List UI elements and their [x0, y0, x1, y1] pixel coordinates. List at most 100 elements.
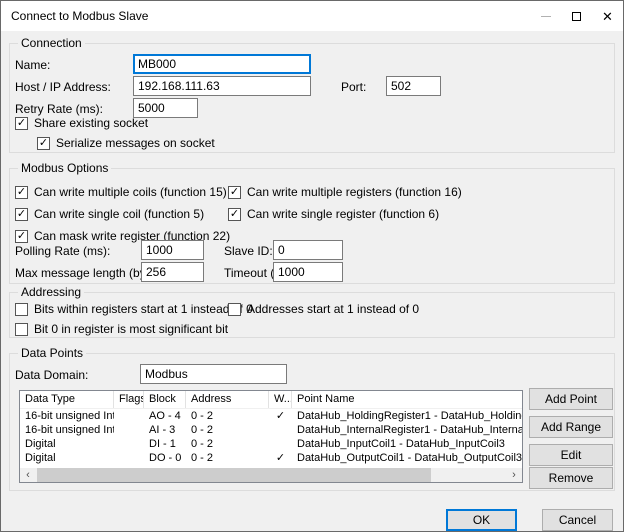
serialize-messages-checkbox[interactable]: ✓ Serialize messages on socket — [37, 136, 215, 150]
cell-data-type: Digital — [20, 451, 114, 465]
cell-flags — [114, 409, 144, 423]
addresses-start-at-1-checkbox[interactable]: Addresses start at 1 instead of 0 — [228, 302, 419, 316]
header-block[interactable]: Block — [144, 391, 186, 408]
data-domain-label: Data Domain: — [15, 368, 88, 382]
cell-block: DI - 1 — [144, 437, 186, 451]
cell-address: 0 - 2 — [186, 451, 269, 465]
slave-id-label: Slave ID: — [224, 244, 273, 258]
data-points-list[interactable]: Data Type Flags Block Address W... Point… — [19, 390, 523, 483]
data-domain-input[interactable] — [140, 364, 287, 384]
cell-point-name: DataHub_HoldingRegister1 - DataHub_Holdi… — [292, 409, 522, 423]
can-write-single-register-checkbox[interactable]: ✓ Can write single register (function 6) — [228, 207, 439, 221]
window-title: Connect to Modbus Slave — [1, 9, 148, 23]
minimize-icon — [541, 16, 551, 17]
port-input[interactable] — [386, 76, 441, 96]
dialog-connect-to-modbus-slave: Connect to Modbus Slave ✕ Connection Nam… — [0, 0, 624, 532]
data-points-group-label: Data Points — [18, 346, 86, 360]
cancel-button[interactable]: Cancel — [542, 509, 613, 531]
checkbox-box: ✓ — [15, 230, 28, 243]
checkbox-label: Serialize messages on socket — [56, 136, 215, 150]
horizontal-scrollbar[interactable]: ‹ › — [20, 468, 522, 482]
addressing-group-label: Addressing — [18, 285, 84, 299]
cell-flags — [114, 423, 144, 437]
cell-data-type: Digital — [20, 437, 114, 451]
modbus-options-group-label: Modbus Options — [18, 161, 111, 175]
table-row[interactable]: Digital DI - 1 0 - 2 DataHub_InputCoil1 … — [20, 437, 522, 451]
checkbox-label: Share existing socket — [34, 116, 148, 130]
cell-flags — [114, 451, 144, 465]
table-row[interactable]: Digital DO - 0 0 - 2 ✓ DataHub_OutputCoi… — [20, 451, 522, 465]
maximize-button[interactable] — [561, 1, 592, 31]
cell-address: 0 - 2 — [186, 437, 269, 451]
checkbox-box — [15, 303, 28, 316]
ok-button[interactable]: OK — [446, 509, 517, 531]
bit0-most-significant-checkbox[interactable]: Bit 0 in register is most significant bi… — [15, 322, 228, 336]
retry-rate-label: Retry Rate (ms): — [15, 102, 103, 116]
slave-id-input[interactable] — [273, 240, 343, 260]
header-point-name[interactable]: Point Name — [292, 391, 522, 408]
scroll-right-icon[interactable]: › — [506, 468, 522, 482]
cell-block: DO - 0 — [144, 451, 186, 465]
cell-data-type: 16-bit unsigned Integer — [20, 409, 114, 423]
minimize-button — [530, 1, 561, 31]
max-message-length-input[interactable] — [141, 262, 204, 282]
add-range-button[interactable]: Add Range — [529, 416, 613, 438]
share-existing-socket-checkbox[interactable]: ✓ Share existing socket — [15, 116, 148, 130]
header-address[interactable]: Address — [186, 391, 269, 408]
edit-button[interactable]: Edit — [529, 444, 613, 466]
cell-point-name: DataHub_InternalRegister1 - DataHub_Inte… — [292, 423, 522, 437]
checkbox-label: Can write multiple coils (function 15) — [34, 185, 227, 199]
checkbox-box: ✓ — [15, 208, 28, 221]
checkbox-label: Can write single register (function 6) — [247, 207, 439, 221]
scrollbar-thumb[interactable] — [37, 468, 431, 482]
table-row[interactable]: 16-bit unsigned Integer AI - 3 0 - 2 Dat… — [20, 423, 522, 437]
cell-writable-check: ✓ — [269, 409, 292, 423]
add-point-button[interactable]: Add Point — [529, 388, 613, 410]
cell-flags — [114, 437, 144, 451]
cell-point-name: DataHub_OutputCoil1 - DataHub_OutputCoil… — [292, 451, 522, 465]
checkbox-label: Addresses start at 1 instead of 0 — [247, 302, 419, 316]
header-data-type[interactable]: Data Type — [20, 391, 114, 408]
retry-rate-input[interactable] — [133, 98, 198, 118]
can-write-multiple-coils-checkbox[interactable]: ✓ Can write multiple coils (function 15) — [15, 185, 227, 199]
checkbox-label: Bits within registers start at 1 instead… — [34, 302, 253, 316]
connection-group-label: Connection — [18, 36, 85, 50]
cell-block: AO - 4 — [144, 409, 186, 423]
checkbox-box: ✓ — [37, 137, 50, 150]
polling-rate-input[interactable] — [141, 240, 204, 260]
checkbox-box: ✓ — [228, 186, 241, 199]
maximize-icon — [572, 12, 581, 21]
bits-start-at-1-checkbox[interactable]: Bits within registers start at 1 instead… — [15, 302, 253, 316]
can-write-single-coil-checkbox[interactable]: ✓ Can write single coil (function 5) — [15, 207, 204, 221]
header-flags[interactable]: Flags — [114, 391, 144, 408]
cell-address: 0 - 2 — [186, 409, 269, 423]
checkbox-box: ✓ — [15, 117, 28, 130]
name-label: Name: — [15, 58, 50, 72]
checkbox-label: Can write single coil (function 5) — [34, 207, 204, 221]
timeout-input[interactable] — [273, 262, 343, 282]
cell-data-type: 16-bit unsigned Integer — [20, 423, 114, 437]
caption-buttons: ✕ — [530, 1, 623, 31]
checkbox-label: Can write multiple registers (function 1… — [247, 185, 462, 199]
checkbox-box — [228, 303, 241, 316]
checkbox-box: ✓ — [228, 208, 241, 221]
host-input[interactable] — [133, 76, 311, 96]
cell-block: AI - 3 — [144, 423, 186, 437]
scroll-left-icon[interactable]: ‹ — [20, 468, 36, 482]
polling-rate-label: Polling Rate (ms): — [15, 244, 110, 258]
can-write-multiple-registers-checkbox[interactable]: ✓ Can write multiple registers (function… — [228, 185, 462, 199]
close-icon: ✕ — [602, 10, 613, 23]
checkbox-label: Bit 0 in register is most significant bi… — [34, 322, 228, 336]
header-writable[interactable]: W... — [269, 391, 292, 408]
name-input[interactable] — [133, 54, 311, 74]
table-row[interactable]: 16-bit unsigned Integer AO - 4 0 - 2 ✓ D… — [20, 409, 522, 423]
cell-writable-check — [269, 423, 292, 437]
cell-point-name: DataHub_InputCoil1 - DataHub_InputCoil3 — [292, 437, 522, 451]
checkbox-box — [15, 323, 28, 336]
port-label: Port: — [341, 80, 366, 94]
cell-writable-check — [269, 437, 292, 451]
titlebar: Connect to Modbus Slave ✕ — [1, 1, 623, 31]
close-button[interactable]: ✕ — [592, 1, 623, 31]
remove-button[interactable]: Remove — [529, 467, 613, 489]
cell-writable-check: ✓ — [269, 451, 292, 465]
